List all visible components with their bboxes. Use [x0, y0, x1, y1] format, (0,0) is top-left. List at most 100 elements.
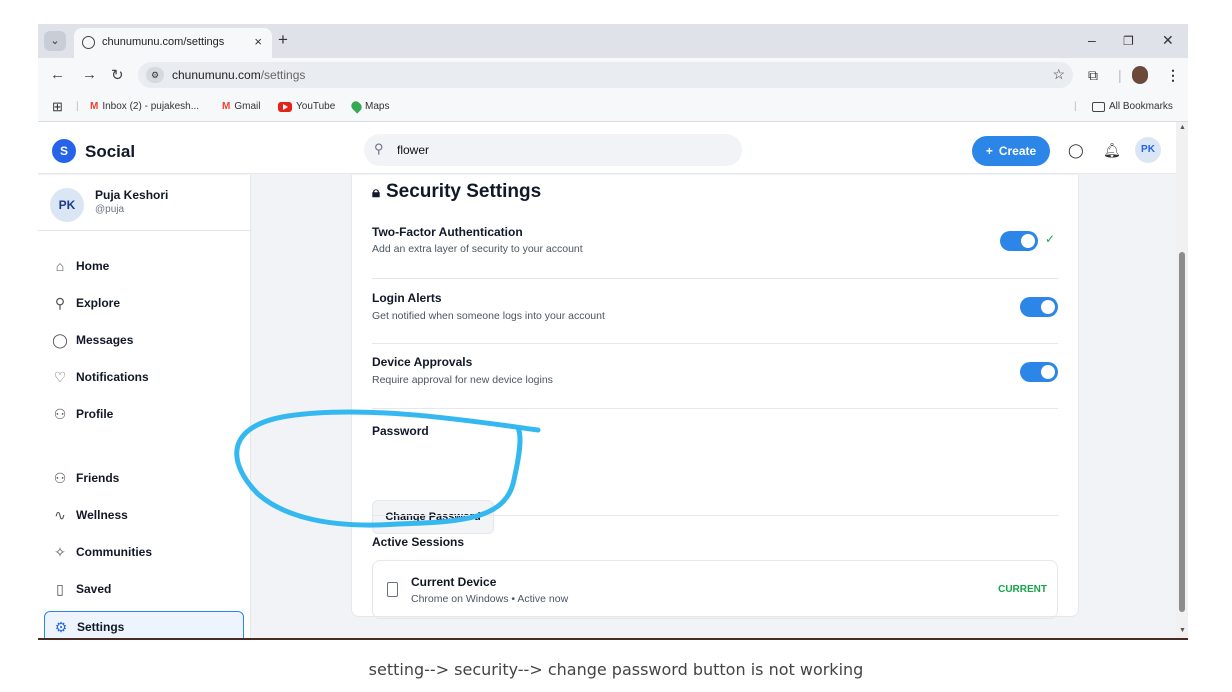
- forward-icon[interactable]: →: [82, 66, 97, 83]
- address-bar[interactable]: ⚙ chunumunu.com/settings ☆: [138, 62, 1073, 88]
- address-bar-row: ← → ↻ ⚙ chunumunu.com/settings ☆ ⧉ | ⋮: [38, 58, 1188, 92]
- minimize-icon[interactable]: –: [1088, 32, 1096, 48]
- pulse-icon: ∿: [54, 506, 66, 523]
- scrollbar[interactable]: ▲ ▼: [1176, 122, 1188, 638]
- sidebar-item-profile[interactable]: ⚇ Profile: [44, 399, 244, 429]
- setting-login-alerts: Login Alerts Get notified when someone l…: [372, 279, 1058, 344]
- sidebar-item-home[interactable]: ⌂ Home: [44, 251, 244, 281]
- sidebar-item-saved[interactable]: ▯ Saved: [44, 574, 244, 604]
- sidebar-item-explore[interactable]: ⚲ Explore: [44, 288, 244, 318]
- device-approvals-toggle[interactable]: [1020, 362, 1058, 382]
- back-icon[interactable]: ←: [50, 66, 65, 83]
- extensions-icon[interactable]: ⧉: [1088, 67, 1098, 84]
- youtube-icon: [278, 101, 292, 112]
- bookmark-youtube[interactable]: YouTube: [278, 101, 335, 112]
- bookmark-gmail[interactable]: M Gmail: [222, 101, 260, 112]
- device-approvals-title: Device Approvals: [372, 355, 473, 369]
- status-badge: CURRENT: [998, 584, 1047, 595]
- session-item: Current Device Chrome on Windows • Activ…: [372, 560, 1058, 619]
- sidebar-item-friends[interactable]: ⚇ Friends: [44, 463, 244, 493]
- user-icon: ⚇: [53, 405, 67, 422]
- menu-icon[interactable]: ⋮: [1166, 67, 1180, 84]
- close-window-icon[interactable]: ✕: [1162, 32, 1174, 49]
- users-icon: ⚇: [53, 469, 67, 486]
- gmail-icon: M: [90, 101, 99, 112]
- login-alerts-desc: Get notified when someone logs into your…: [372, 310, 605, 322]
- avatar: PK: [50, 188, 84, 222]
- create-button[interactable]: + Create: [972, 136, 1050, 166]
- sparkle-icon: ✧: [54, 543, 66, 560]
- sidebar-item-notifications[interactable]: ♡ Notifications: [44, 362, 244, 392]
- password-title: Password: [372, 424, 429, 438]
- check-icon: ✓: [1045, 232, 1056, 246]
- avatar[interactable]: PK: [1135, 137, 1161, 163]
- device-approvals-desc: Require approval for new device logins: [372, 374, 553, 386]
- new-tab-button[interactable]: +: [278, 30, 288, 50]
- search-icon: ⚲: [54, 294, 66, 311]
- brand-name[interactable]: Social: [85, 142, 135, 162]
- setting-password: Password: [372, 409, 1058, 500]
- user-handle: @puja: [95, 204, 125, 215]
- gear-icon: ⚙: [54, 618, 68, 635]
- bookmark-maps[interactable]: Maps: [349, 99, 389, 114]
- sidebar-item-wellness[interactable]: ∿ Wellness: [44, 500, 244, 530]
- sidebar-item-messages[interactable]: ◯ Messages: [44, 325, 244, 355]
- security-settings-card: 🔒︎ Security Settings Two-Factor Authenti…: [351, 175, 1079, 619]
- browser-window: ⌄ chunumunu.com/settings × + – ❐ ✕ ← → ↻…: [38, 24, 1188, 640]
- browser-tab[interactable]: chunumunu.com/settings ×: [74, 28, 272, 58]
- change-password-button[interactable]: Change Password: [372, 500, 494, 534]
- divider: [372, 515, 1058, 516]
- tab-search-button[interactable]: ⌄: [44, 31, 66, 51]
- two-factor-title: Two-Factor Authentication: [372, 225, 523, 239]
- two-factor-toggle[interactable]: [1000, 231, 1038, 251]
- app-header: S Social ⚲ flower + Create ◯ 🔔︎ PK: [38, 122, 1176, 174]
- bookmark-divider: |: [76, 101, 79, 112]
- logo-icon[interactable]: S: [52, 139, 76, 163]
- bookmark-icon: ▯: [56, 580, 64, 597]
- setting-two-factor: Two-Factor Authentication Add an extra l…: [372, 213, 1058, 279]
- toolbar-divider: |: [1118, 67, 1122, 83]
- two-factor-desc: Add an extra layer of security to your a…: [372, 243, 583, 255]
- all-bookmarks[interactable]: All Bookmarks: [1092, 101, 1173, 112]
- sidebar: PK Puja Keshori @puja ⌂ Home ⚲ Explore ◯ Me…: [38, 175, 251, 638]
- device-icon: [387, 582, 398, 597]
- caption: setting--> security--> change password b…: [368, 660, 864, 679]
- apps-grid-icon[interactable]: ⊞: [52, 99, 63, 115]
- bookmark-divider: |: [1074, 101, 1077, 112]
- sidebar-profile[interactable]: PK Puja Keshori @puja: [38, 175, 251, 231]
- search-icon: ⚲: [374, 141, 384, 156]
- user-name: Puja Keshori: [95, 188, 169, 202]
- bell-icon[interactable]: 🔔︎: [1103, 142, 1121, 159]
- globe-icon: [82, 36, 95, 49]
- reload-icon[interactable]: ↻: [111, 66, 124, 84]
- setting-device-approvals: Device Approvals Require approval for ne…: [372, 344, 1058, 409]
- session-device: Current Device: [411, 575, 497, 589]
- page-title: 🔒︎ Security Settings: [372, 181, 542, 202]
- login-alerts-title: Login Alerts: [372, 291, 442, 305]
- sidebar-item-communities[interactable]: ✧ Communities: [44, 537, 244, 567]
- restore-icon[interactable]: ❐: [1123, 34, 1134, 48]
- message-icon[interactable]: ◯: [1068, 142, 1084, 159]
- sidebar-item-settings[interactable]: ⚙ Settings: [44, 611, 244, 638]
- scrollbar-thumb[interactable]: [1179, 252, 1185, 612]
- tab-close-button[interactable]: ×: [254, 34, 262, 49]
- app-viewport: S Social ⚲ flower + Create ◯ 🔔︎ PK ▲ ▼ PK…: [38, 122, 1188, 638]
- home-icon: ⌂: [55, 258, 65, 274]
- profile-avatar-icon[interactable]: [1132, 66, 1148, 84]
- bookmark-inbox[interactable]: M Inbox (2) - pujakesh...: [90, 101, 199, 112]
- site-info-icon[interactable]: ⚙: [146, 67, 164, 83]
- tab-title: chunumunu.com/settings: [102, 36, 225, 48]
- scroll-down-icon[interactable]: ▼: [1179, 627, 1186, 634]
- search-value: flower: [397, 143, 430, 157]
- scroll-up-icon[interactable]: ▲: [1179, 124, 1186, 131]
- message-icon: ◯: [52, 331, 68, 348]
- active-sessions-title: Active Sessions: [372, 535, 465, 549]
- bookmark-star-icon[interactable]: ☆: [1052, 66, 1065, 83]
- tab-strip: ⌄ chunumunu.com/settings × + – ❐ ✕: [38, 24, 1188, 58]
- heart-icon: ♡: [53, 368, 67, 385]
- maps-pin-icon: [349, 99, 364, 114]
- plus-icon: +: [985, 144, 993, 158]
- login-alerts-toggle[interactable]: [1020, 297, 1058, 317]
- search-input[interactable]: ⚲ flower: [364, 134, 742, 166]
- url-text: chunumunu.com/settings: [172, 68, 306, 82]
